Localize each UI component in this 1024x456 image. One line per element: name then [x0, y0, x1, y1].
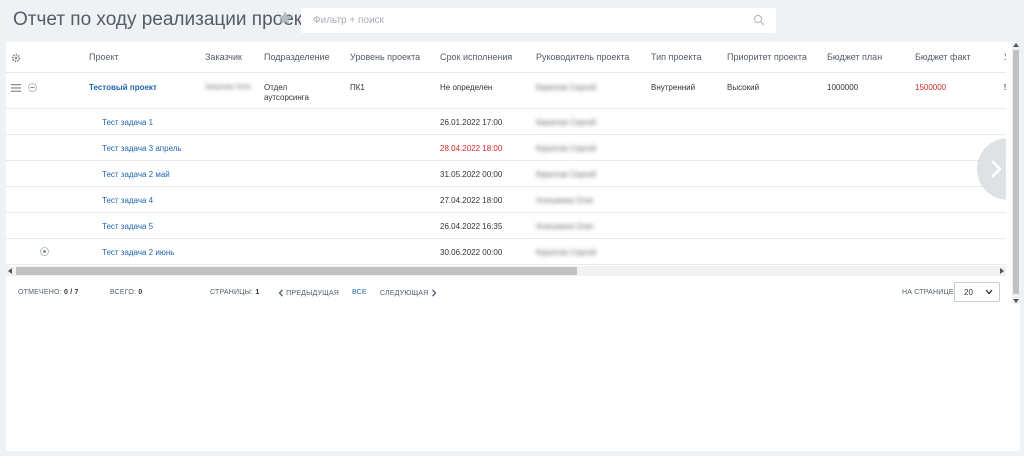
- project-division-line1: Отдел: [264, 83, 288, 92]
- expand-icon[interactable]: [40, 247, 49, 256]
- report-panel: Проект Заказчик Подразделение Уровень пр…: [6, 42, 1020, 451]
- task-name-link[interactable]: Тест задача 2 май: [102, 170, 170, 179]
- task-name-link[interactable]: Тест задача 3 апрель: [102, 144, 182, 153]
- pages-counter: СТРАНИЦЫ: 1: [210, 289, 259, 296]
- task-name-link[interactable]: Тест задача 4: [102, 196, 153, 205]
- project-name-link[interactable]: Тестовый проект: [89, 83, 157, 92]
- task-deadline: 30.06.2022 00:00: [440, 248, 503, 257]
- pages-label: СТРАНИЦЫ:: [210, 289, 254, 296]
- task-row[interactable]: Тест задача 2 май 31.05.2022 00:00 Кирил…: [6, 161, 1006, 187]
- prev-page-link[interactable]: ПРЕДЫДУЩАЯ: [278, 289, 339, 297]
- chevron-right-icon: [431, 289, 437, 297]
- report-grid: Проект Заказчик Подразделение Уровень пр…: [6, 42, 1006, 266]
- grid-header: Проект Заказчик Подразделение Уровень пр…: [6, 42, 1006, 73]
- task-manager: Кирилов Сергей: [536, 144, 597, 153]
- next-page-label[interactable]: СЛЕДУЮЩАЯ: [380, 290, 429, 297]
- next-page-link[interactable]: СЛЕДУЮЩАЯ: [380, 289, 437, 297]
- gear-icon[interactable]: [11, 53, 21, 63]
- project-row[interactable]: Тестовый проект Заказчик Олег Отдел аутс…: [6, 73, 1006, 109]
- star-icon[interactable]: [277, 10, 293, 26]
- search-input[interactable]: [302, 9, 742, 32]
- project-customer: Заказчик Олег: [205, 84, 252, 91]
- task-deadline: 27.04.2022 18:00: [440, 196, 503, 205]
- search-icon[interactable]: [753, 14, 765, 26]
- checked-label: ОТМЕЧЕНО:: [18, 289, 62, 296]
- project-priority: Высокий: [727, 83, 760, 92]
- chevron-down-icon: [985, 289, 993, 295]
- task-row[interactable]: Тест задача 2 июнь 30.06.2022 00:00 Кири…: [6, 239, 1006, 265]
- column-header-customer[interactable]: Заказчик: [205, 52, 242, 62]
- chevron-right-icon: [991, 160, 1002, 178]
- task-manager: Алешкина Олег: [536, 222, 595, 231]
- grid-footer: ОТМЕЧЕНО: 0 / 7 ВСЕГО: 0 СТРАНИЦЫ: 1 ПРЕ…: [6, 277, 1006, 307]
- column-header-type[interactable]: Тип проекта: [651, 52, 701, 62]
- project-division-line2: аутсорсинга: [264, 93, 309, 102]
- task-deadline: 31.05.2022 00:00: [440, 170, 503, 179]
- column-header-project[interactable]: Проект: [89, 52, 119, 62]
- task-row[interactable]: Тест задача 3 апрель 28.04.2022 18:00 Ки…: [6, 135, 1006, 161]
- collapse-icon[interactable]: [28, 83, 37, 92]
- pages-value: 1: [255, 289, 260, 296]
- task-deadline: 26.04.2022 16:35: [440, 222, 503, 231]
- task-manager: Кирилов Сергей: [536, 118, 597, 127]
- per-page-select[interactable]: 20: [954, 282, 1000, 302]
- task-row[interactable]: Тест задача 4 27.04.2022 18:00 Алешкина …: [6, 187, 1006, 213]
- task-name-link[interactable]: Тест задача 2 июнь: [102, 248, 174, 257]
- project-manager: Кирилов Сергей: [536, 83, 597, 92]
- scroll-right-arrow-icon[interactable]: [1000, 268, 1004, 274]
- column-header-budget-fact[interactable]: Бюджет факт: [915, 52, 971, 62]
- prev-page-label[interactable]: ПРЕДЫДУЩАЯ: [286, 290, 339, 297]
- task-row[interactable]: Тест задача 1 26.01.2022 17:00 Кирилов С…: [6, 109, 1006, 135]
- per-page-value: 20: [964, 288, 973, 297]
- task-manager: Кирилов Сергей: [536, 170, 597, 179]
- project-type: Внутренний: [651, 83, 696, 92]
- search-box[interactable]: [301, 8, 776, 33]
- total-counter: ВСЕГО: 0: [110, 289, 142, 296]
- column-header-division[interactable]: Подразделение: [264, 52, 330, 62]
- horizontal-scroll-thumb[interactable]: [16, 267, 577, 275]
- column-header-manager[interactable]: Руководитель проекта: [536, 52, 629, 62]
- vertical-scrollbar[interactable]: [1012, 42, 1020, 304]
- task-manager: Алешкина Олег: [536, 196, 595, 205]
- checked-value: 0 / 7: [63, 289, 79, 296]
- horizontal-scrollbar[interactable]: [6, 266, 1006, 276]
- task-name-link[interactable]: Тест задача 1: [102, 118, 153, 127]
- scroll-down-arrow-icon[interactable]: [1013, 299, 1019, 303]
- all-pages-link[interactable]: ВСЕ: [352, 289, 367, 296]
- column-header-priority[interactable]: Приоритет проекта: [727, 52, 807, 62]
- scroll-up-arrow-icon[interactable]: [1013, 43, 1019, 47]
- page-header: Отчет по ходу реализации проектов: [0, 0, 1024, 42]
- task-deadline-overdue: 28.04.2022 18:00: [440, 144, 503, 153]
- column-header-level[interactable]: Уровень проекта: [350, 52, 420, 62]
- per-page-label: НА СТРАНИЦЕ:: [902, 289, 956, 296]
- project-budget-fact: 1500000: [915, 83, 947, 92]
- project-deadline: Не определен: [440, 83, 493, 92]
- project-budget-plan: 1000000: [827, 83, 859, 92]
- total-label: ВСЕГО:: [110, 289, 137, 296]
- total-value: 0: [138, 289, 143, 296]
- project-level: ПК1: [350, 83, 365, 92]
- row-menu-icon[interactable]: [11, 84, 21, 92]
- task-row[interactable]: Тест задача 5 26.04.2022 16:35 Алешкина …: [6, 213, 1006, 239]
- task-deadline: 26.01.2022 17:00: [440, 118, 503, 127]
- task-name-link[interactable]: Тест задача 5: [102, 222, 153, 231]
- chevron-left-icon: [278, 289, 283, 297]
- column-header-extra[interactable]: У: [1004, 52, 1006, 62]
- vertical-scroll-thumb[interactable]: [1013, 50, 1019, 294]
- column-header-budget-plan[interactable]: Бюджет план: [827, 52, 882, 62]
- scroll-left-arrow-icon[interactable]: [8, 268, 12, 274]
- column-header-deadline[interactable]: Срок исполнения: [440, 52, 512, 62]
- project-extra: 5: [1004, 83, 1006, 92]
- task-manager: Кирилов Сергей: [536, 248, 597, 257]
- checked-counter: ОТМЕЧЕНО: 0 / 7: [18, 289, 79, 296]
